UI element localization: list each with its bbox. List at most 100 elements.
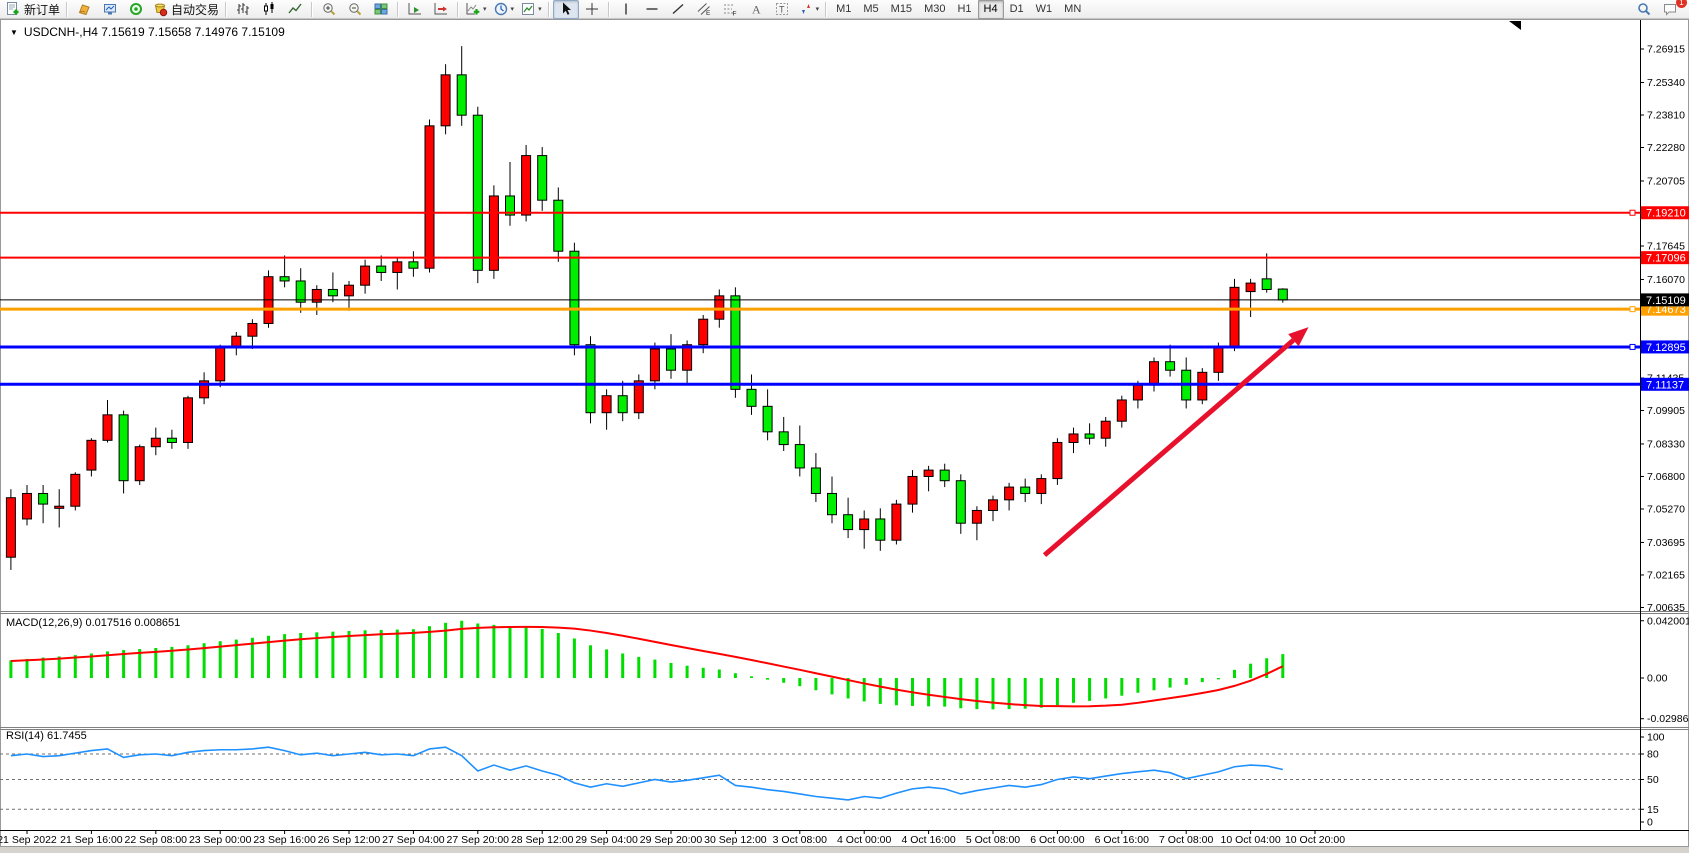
toolbar-separator: [457, 2, 459, 17]
navigator-button[interactable]: [123, 0, 149, 19]
fibonacci-button[interactable]: F: [717, 0, 743, 19]
time-axis-label: 29 Sep 04:00: [575, 834, 638, 846]
time-axis-label: 10 Oct 20:00: [1285, 834, 1345, 846]
time-axis-label: 27 Sep 04:00: [382, 834, 445, 846]
trendline-button[interactable]: [665, 0, 691, 19]
svg-text:7.25340: 7.25340: [1647, 77, 1685, 89]
cursor-icon: [558, 1, 574, 17]
toolbar-separator: [225, 2, 227, 17]
trendline-icon: [670, 1, 686, 17]
zoom-out-button[interactable]: [342, 0, 368, 19]
autoscroll-button[interactable]: [402, 0, 428, 19]
candlestick-icon: [261, 1, 277, 17]
toolbar-separator: [66, 2, 68, 17]
toolbar-right-group: 1: [1631, 0, 1683, 19]
templates-button[interactable]: ▾: [517, 0, 545, 19]
text-icon: A: [748, 1, 764, 17]
time-axis-label: 30 Sep 12:00: [704, 834, 767, 846]
svg-text:7.26915: 7.26915: [1647, 44, 1685, 56]
fibo-icon: F: [722, 1, 738, 17]
profiles-button[interactable]: [71, 0, 97, 19]
line-chart-button[interactable]: [282, 0, 308, 19]
timeframe-button-m5[interactable]: M5: [857, 0, 884, 19]
vertical-line-button[interactable]: [613, 0, 639, 19]
timeframe-button-h4[interactable]: H4: [978, 0, 1004, 19]
bar-chart-button[interactable]: [230, 0, 256, 19]
chart-canvas[interactable]: 7.269157.253407.238107.222807.207057.176…: [0, 19, 1689, 853]
market-watch-icon: [102, 1, 118, 17]
text-button[interactable]: A: [743, 0, 769, 19]
line-handle[interactable]: [1630, 344, 1635, 349]
notification-badge: 1: [1676, 0, 1687, 8]
svg-text:7.09905: 7.09905: [1647, 405, 1685, 417]
toolbar: 新订单 自动交易 ▾ ▾ ▾ E FAT ▾ M1M5M15M30H1H4D1W1MN 1: [0, 0, 1689, 19]
tile-windows-icon: [373, 1, 389, 17]
svg-text:7.17096: 7.17096: [1646, 253, 1686, 265]
time-axis-label: 7 Oct 08:00: [1159, 834, 1213, 846]
autoscroll-icon: [407, 1, 423, 17]
timeframe-button-d1[interactable]: D1: [1004, 0, 1030, 19]
line-handle[interactable]: [1630, 307, 1635, 312]
svg-text:80: 80: [1647, 748, 1659, 760]
chevron-down-icon: ▾: [538, 5, 542, 13]
chevron-down-icon: ▾: [816, 5, 820, 13]
toolbar-separator: [311, 2, 313, 17]
svg-text:7.08330: 7.08330: [1647, 438, 1685, 450]
chart-window: 7.269157.253407.238107.222807.207057.176…: [0, 19, 1689, 853]
indicators-button[interactable]: ▾: [462, 0, 490, 19]
vline-icon: [618, 1, 634, 17]
chevron-down-icon: ▾: [511, 5, 515, 13]
candlestick-button[interactable]: [256, 0, 282, 19]
period-icon: [493, 1, 509, 17]
svg-text:50: 50: [1647, 774, 1659, 786]
text-label-button[interactable]: T: [769, 0, 795, 19]
navigator-icon: [128, 1, 144, 17]
crosshair-button[interactable]: [579, 0, 605, 19]
timeframe-button-h1[interactable]: H1: [951, 0, 977, 19]
periods-button[interactable]: ▾: [490, 0, 518, 19]
timeframe-button-mn[interactable]: MN: [1058, 0, 1087, 19]
timeframe-button-m15[interactable]: M15: [885, 0, 918, 19]
timeframe-button-m1[interactable]: M1: [830, 0, 857, 19]
horizontal-line-button[interactable]: [639, 0, 665, 19]
toolbar-separator: [397, 2, 399, 17]
chart-shift-button[interactable]: [428, 0, 454, 19]
autotrading-button[interactable]: 自动交易: [149, 0, 222, 19]
tile-windows-button[interactable]: [368, 0, 394, 19]
profiles-icon: [76, 1, 92, 17]
market-watch-button[interactable]: [97, 0, 123, 19]
arrows-button[interactable]: ▾: [795, 0, 823, 19]
rsi-indicator-label: RSI(14) 61.7455: [6, 730, 87, 742]
timeframe-button-m30[interactable]: M30: [918, 0, 951, 19]
cursor-button[interactable]: [553, 0, 579, 19]
chart-shift-icon: [433, 1, 449, 17]
zoom-out-icon: [347, 1, 363, 17]
search-button[interactable]: [1631, 0, 1657, 19]
toolbar-separator: [608, 2, 610, 17]
svg-text:E: E: [706, 10, 711, 17]
svg-text:7.16070: 7.16070: [1647, 274, 1685, 286]
line-handle[interactable]: [1630, 210, 1635, 215]
bar-chart-icon: [235, 1, 251, 17]
chart-menu-triangle-icon[interactable]: ▼: [10, 28, 18, 37]
zoom-in-button[interactable]: [316, 0, 342, 19]
svg-text:7.15109: 7.15109: [1646, 295, 1686, 307]
svg-text:100: 100: [1647, 731, 1665, 743]
line-chart-icon: [287, 1, 303, 17]
equidistant-channel-button[interactable]: E: [691, 0, 717, 19]
time-axis-label: 26 Sep 12:00: [318, 834, 381, 846]
macd-indicator-label: MACD(12,26,9) 0.017516 0.008651: [6, 617, 180, 629]
search-icon: [1636, 1, 1652, 17]
time-axis-label: 21 Sep 2022: [0, 834, 57, 846]
time-axis-label: 23 Sep 16:00: [253, 834, 316, 846]
time-axis-label: 3 Oct 08:00: [773, 834, 827, 846]
svg-text:0.042001: 0.042001: [1647, 615, 1689, 627]
svg-text:7.06800: 7.06800: [1647, 471, 1685, 483]
new-order-icon: [5, 1, 21, 17]
time-axis-label: 21 Sep 16:00: [60, 834, 123, 846]
timeframe-button-w1[interactable]: W1: [1030, 0, 1059, 19]
comments-button[interactable]: 1: [1657, 0, 1683, 19]
time-axis-label: 6 Oct 16:00: [1095, 834, 1149, 846]
svg-text:7.03695: 7.03695: [1647, 537, 1685, 549]
new-order-button[interactable]: 新订单: [2, 0, 63, 19]
